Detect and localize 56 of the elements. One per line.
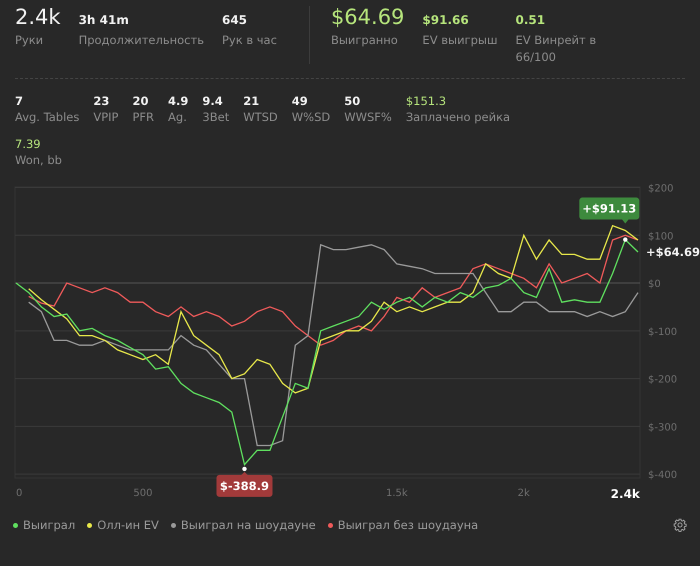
annotation: $-388.9	[220, 478, 270, 493]
stat-value: $151.3	[406, 94, 448, 109]
y-axis-label: $200	[648, 183, 674, 194]
x-axis-label: 2.4k	[610, 487, 640, 501]
y-axis-label: $-100	[648, 326, 678, 338]
stat-value: 0.51	[516, 12, 546, 28]
stat-label: EV выигрыш	[422, 32, 498, 49]
y-axis-label: $0	[648, 279, 661, 290]
value-tooltip: $-388.9	[216, 472, 272, 497]
annotation: +$91.13	[582, 202, 636, 216]
stat-value: 7.39	[15, 137, 42, 152]
stat-label: Выигранно	[330, 32, 399, 49]
stat-label: PFR	[132, 109, 154, 125]
stat-label: Продолжительность	[78, 32, 204, 49]
stat-value: 645	[222, 12, 248, 28]
stat-value: $91.66	[422, 12, 470, 28]
x-axis-label: 1.5k	[386, 488, 408, 499]
stat-label: Руки	[15, 32, 44, 49]
y-axis-label: $100	[648, 231, 674, 242]
stat-value: 2.4k	[15, 6, 61, 28]
stat-value: 7	[15, 94, 24, 109]
last-value-label: +$64.69	[646, 244, 700, 259]
x-axis-label: 2k	[518, 488, 530, 499]
stat-value: 20	[132, 94, 150, 109]
y-axis-label: $-400	[648, 470, 678, 482]
y-axis-label: $-200	[648, 374, 678, 386]
value-tooltip: +$91.13	[579, 198, 640, 224]
stat-value: 49	[292, 94, 309, 109]
legend-label[interactable]: Выиграл на шоудауне	[180, 518, 316, 532]
stat-label: 3Bet	[202, 109, 230, 125]
stat-value: 9.4	[202, 94, 224, 109]
stat-label: Рук в час	[222, 32, 277, 49]
legend-label[interactable]: Выиграл без шоудауна	[338, 518, 478, 532]
stat-value: 4.9	[168, 94, 188, 109]
x-axis-label: 0	[16, 488, 22, 499]
stat-value: $64.69	[330, 6, 404, 28]
y-axis-label: $-300	[648, 422, 678, 434]
stat-label: EV Винрейт в 66/100	[516, 32, 598, 66]
legend-label[interactable]: Олл-ин EV	[97, 518, 159, 532]
x-axis-label: 500	[133, 488, 152, 499]
stat-value: 3h 41m	[78, 12, 130, 28]
stat-label: Ag.	[168, 109, 188, 125]
stat-label: Avg. Tables	[15, 109, 80, 125]
stat-label: Won, bb	[15, 152, 62, 168]
stat-label: W%SD	[292, 109, 330, 125]
legend-label[interactable]: Выиграл	[23, 518, 76, 532]
point-marker	[242, 466, 247, 472]
stat-label: WWSF%	[344, 109, 392, 125]
settings-icon[interactable]	[673, 518, 687, 532]
stat-label: Заплачено рейка	[406, 109, 510, 125]
stat-label: WTSD	[243, 109, 278, 125]
point-marker	[623, 237, 628, 242]
stat-value: 21	[243, 94, 260, 109]
stat-label: VPIP	[93, 109, 118, 125]
stat-value: 50	[344, 94, 362, 109]
stat-value: 23	[93, 94, 110, 109]
